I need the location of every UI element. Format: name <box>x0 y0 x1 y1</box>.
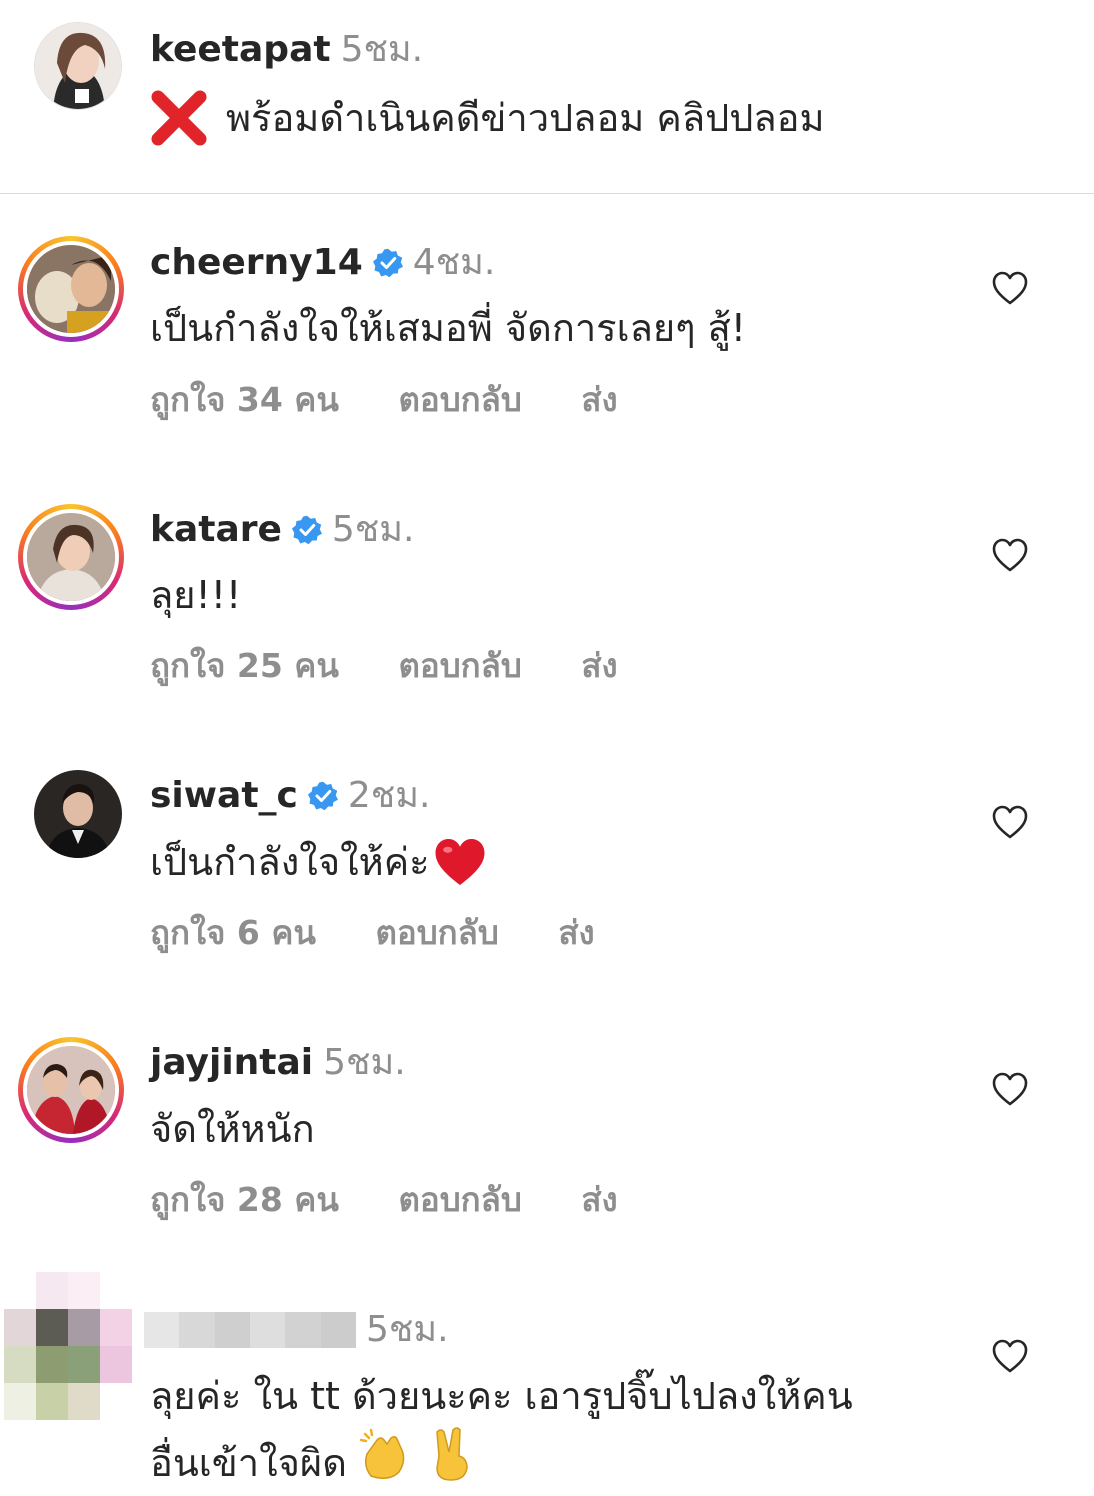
comment-time: 2ชม. <box>347 775 431 816</box>
post-caption: keetapat 5ชม. พร้อมดำเนินคดีข่าวปลอม คลิ… <box>0 0 1094 194</box>
verified-badge-icon <box>291 515 322 545</box>
comment-time: 5ชม. <box>323 1042 406 1083</box>
comment-time: 5ชม. <box>366 1309 449 1350</box>
heart-icon[interactable] <box>992 1072 1028 1106</box>
send-button[interactable]: ส่ง <box>581 1180 617 1219</box>
likes-count[interactable]: ถูกใจ 25 คน <box>150 646 339 685</box>
caption-text: พร้อมดำเนินคดีข่าวปลอม คลิปปลอม <box>226 96 825 140</box>
comment-header: siwat_c 2ชม. <box>150 774 430 818</box>
avatar[interactable] <box>18 1037 124 1143</box>
caption-time: 5ชม. <box>340 29 424 70</box>
comment-text-line-2: อื่นเข้าใจผิด <box>150 1440 347 1485</box>
comment-actions: ถูกใจ 6 คน ตอบกลับ ส่ง <box>150 913 643 953</box>
comment-time: 4ชม. <box>412 242 496 283</box>
reply-button[interactable]: ตอบกลับ <box>375 913 498 952</box>
caption-text-row: พร้อมดำเนินคดีข่าวปลอม คลิปปลอม <box>150 88 825 148</box>
comment-actions: ถูกใจ 28 คน ตอบกลับ ส่ง <box>150 1180 666 1220</box>
send-button[interactable]: ส่ง <box>581 646 617 685</box>
comment-text-row: อื่นเข้าใจผิด <box>150 1426 475 1496</box>
comment-header: jayjintai 5ชม. <box>150 1041 406 1085</box>
comment-text-row: เป็นกำลังใจให้ค่ะ <box>150 832 488 892</box>
caption-username[interactable]: keetapat <box>150 28 331 72</box>
heart-icon[interactable] <box>992 538 1028 572</box>
avatar[interactable] <box>34 770 122 858</box>
reply-button[interactable]: ตอบกลับ <box>398 646 521 685</box>
comment-text: ลุย!!! <box>150 573 242 617</box>
comment-actions: ถูกใจ 25 คน ตอบกลับ ส่ง <box>150 646 666 686</box>
comment-actions: ถูกใจ 34 คน ตอบกลับ ส่ง <box>150 380 666 420</box>
comment-time: 5ชม. <box>331 509 415 550</box>
censored-username <box>144 1312 356 1348</box>
comment-username[interactable]: siwat_c <box>150 774 298 818</box>
send-button[interactable]: ส่ง <box>558 913 594 952</box>
comment-username[interactable]: katare <box>150 508 282 552</box>
reply-button[interactable]: ตอบกลับ <box>398 1180 521 1219</box>
avatar-photo <box>27 245 115 333</box>
send-button[interactable]: ส่ง <box>581 380 617 419</box>
heart-icon[interactable] <box>992 1339 1028 1373</box>
victory-hand-emoji-icon <box>427 1426 475 1496</box>
comment-text-line-1: ลุยค่ะ ใน tt ด้วยนะคะ เอารูปจิ๊บไปลงให้ค… <box>150 1374 853 1418</box>
likes-count[interactable]: ถูกใจ 28 คน <box>150 1180 339 1219</box>
heart-icon[interactable] <box>992 805 1028 839</box>
avatar[interactable] <box>18 236 124 342</box>
cross-mark-icon <box>151 90 207 146</box>
censored-avatar[interactable] <box>4 1272 132 1420</box>
red-heart-emoji-icon <box>435 839 485 885</box>
avatar[interactable] <box>18 504 124 610</box>
avatar[interactable] <box>34 22 122 110</box>
clapping-hands-emoji-icon <box>357 1426 413 1496</box>
comment-header: 5ชม. <box>144 1308 449 1352</box>
avatar-photo <box>27 513 115 601</box>
avatar-photo <box>34 770 122 858</box>
heart-icon[interactable] <box>992 271 1028 305</box>
likes-count[interactable]: ถูกใจ 34 คน <box>150 380 339 419</box>
comment-header: cheerny14 4ชม. <box>150 241 495 285</box>
reply-button[interactable]: ตอบกลับ <box>398 380 521 419</box>
caption-header: keetapat 5ชม. <box>150 28 423 72</box>
comment-text: เป็นกำลังใจให้เสมอพี่ จัดการเลยๆ สู้! <box>150 306 747 350</box>
comment-username[interactable]: cheerny14 <box>150 241 363 285</box>
avatar-photo <box>35 23 121 109</box>
verified-badge-icon <box>307 781 338 811</box>
likes-count[interactable]: ถูกใจ 6 คน <box>150 913 316 952</box>
comment-header: katare 5ชม. <box>150 508 414 552</box>
comment-text: จัดให้หนัก <box>150 1107 315 1151</box>
comment-username[interactable]: jayjintai <box>150 1041 313 1085</box>
avatar-photo <box>27 1046 115 1134</box>
comment-text: เป็นกำลังใจให้ค่ะ <box>150 840 430 884</box>
verified-badge-icon <box>372 248 403 278</box>
